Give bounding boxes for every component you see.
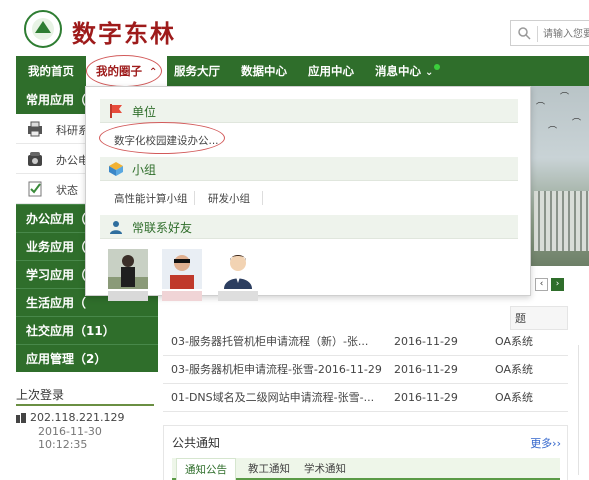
- person-icon: [110, 221, 122, 234]
- search-input[interactable]: [543, 25, 589, 43]
- row-date: 2016-11-29: [394, 335, 458, 348]
- my-circle-dropdown: 单位 数字化校园建设办公... 小组 高性能计算小组 研发小组 常联系好友: [85, 86, 531, 301]
- header: 数字东林: [0, 0, 589, 55]
- next-arrow-icon[interactable]: ›: [551, 278, 564, 291]
- table-row[interactable]: 03-服务器托管机柜申请流程（新）-张... 2016-11-29 OA系统: [163, 328, 568, 356]
- friend-avatar[interactable]: [108, 249, 148, 289]
- section-group-title: 小组: [132, 163, 157, 177]
- notice-title: 公共通知: [172, 436, 221, 450]
- row-date: 2016-11-29: [394, 391, 458, 404]
- building-image: [534, 191, 589, 251]
- right-panel-fragment: [578, 345, 589, 475]
- public-notice-panel: 公共通知 更多›› 通知公告 教工通知 学术通知: [163, 425, 568, 480]
- nav-item-message-label: 消息中心: [375, 64, 421, 78]
- section-group-header: 小组: [100, 157, 518, 181]
- last-login-panel: 上次登录 202.118.221.129 2016-11-30 10:12:35: [16, 384, 154, 451]
- printer-icon: [28, 121, 42, 137]
- section-friends-title: 常联系好友: [132, 221, 193, 235]
- notice-more-link[interactable]: 更多››: [530, 435, 561, 451]
- search-icon[interactable]: [517, 26, 531, 40]
- friend-photo: [162, 249, 202, 289]
- nav-item-service-hall[interactable]: 服务大厅: [174, 56, 220, 86]
- nav-item-home[interactable]: 我的首页: [28, 56, 74, 86]
- friend-photo: [108, 249, 148, 289]
- table-row[interactable]: 03-服务器机柜申请流程-张雪-2016-11-29 2016-11-29 OA…: [163, 356, 568, 384]
- highlight-oval-unit: [99, 122, 225, 154]
- bird-mark: ⌒: [536, 103, 546, 113]
- flag-icon: [110, 104, 122, 118]
- last-login-time: 2016-11-30 10:12:35: [38, 425, 102, 451]
- bird-mark: ⌒: [572, 119, 582, 129]
- friend-name-redacted: [162, 291, 202, 301]
- building-icon: [16, 413, 26, 423]
- highlight-oval-nav: [86, 55, 162, 87]
- section-unit-title: 单位: [132, 105, 157, 119]
- notice-tabs: 通知公告 教工通知 学术通知: [172, 458, 560, 480]
- group-item-hpc[interactable]: 高性能计算小组: [114, 191, 188, 206]
- tab-announcements[interactable]: 通知公告: [176, 458, 236, 480]
- row-title[interactable]: 03-服务器托管机柜申请流程（新）-张...: [171, 328, 368, 356]
- row-system: OA系统: [495, 391, 533, 404]
- group-divider: [262, 191, 263, 205]
- tab-staff-notices[interactable]: 教工通知: [240, 458, 298, 480]
- sidebar-item-label: 状态: [56, 184, 78, 197]
- table-header-title: 题: [510, 306, 568, 330]
- university-logo-icon[interactable]: [24, 10, 62, 48]
- cube-icon: [109, 162, 123, 176]
- row-date: 2016-11-29: [394, 363, 458, 376]
- row-system: OA系统: [495, 335, 533, 348]
- nav-item-data-center[interactable]: 数据中心: [241, 56, 287, 86]
- table-row[interactable]: 01-DNS域名及二级网站申请流程-张雪-... 2016-11-29 OA系统: [163, 384, 568, 412]
- last-login-title: 上次登录: [16, 384, 154, 406]
- telephone-icon: [28, 152, 42, 166]
- sidebar-group-social[interactable]: 社交应用（11）: [16, 316, 158, 344]
- row-system: OA系统: [495, 363, 533, 376]
- tab-academic-notices[interactable]: 学术通知: [296, 458, 354, 480]
- checklist-icon: [28, 181, 42, 197]
- chevron-down-icon: ⌄: [425, 67, 434, 78]
- notification-dot-icon: [434, 64, 441, 70]
- group-item-rd[interactable]: 研发小组: [208, 191, 250, 206]
- last-login-ip: 202.118.221.129: [16, 411, 154, 424]
- search-box[interactable]: [510, 20, 589, 46]
- brand-title: 数字东林: [72, 20, 176, 48]
- campus-banner-image: ⌒ ⌒ ⌒ ⌒: [530, 86, 589, 266]
- row-title[interactable]: 01-DNS域名及二级网站申请流程-张雪-...: [171, 384, 374, 412]
- group-divider: [194, 191, 195, 205]
- friend-avatar[interactable]: [162, 249, 202, 289]
- sidebar-group-app-manage[interactable]: 应用管理（2）: [16, 344, 158, 372]
- row-title[interactable]: 03-服务器机柜申请流程-张雪-2016-11-29: [171, 356, 382, 384]
- last-login-ip-value: 202.118.221.129: [30, 411, 125, 424]
- prev-arrow-icon[interactable]: ‹: [535, 278, 548, 291]
- bird-mark: ⌒: [548, 127, 558, 137]
- friend-avatar[interactable]: [218, 249, 258, 289]
- nav-item-app-center[interactable]: 应用中心: [308, 56, 354, 86]
- default-avatar-icon: [218, 249, 258, 289]
- nav-item-message-center[interactable]: 消息中心 ⌄: [375, 56, 441, 86]
- friend-name-redacted: [108, 291, 148, 301]
- section-unit-header: 单位: [100, 99, 518, 123]
- section-friends-header: 常联系好友: [100, 215, 518, 239]
- friend-name-redacted: [218, 291, 258, 301]
- bird-mark: ⌒: [560, 93, 570, 103]
- search-divider: [537, 26, 538, 42]
